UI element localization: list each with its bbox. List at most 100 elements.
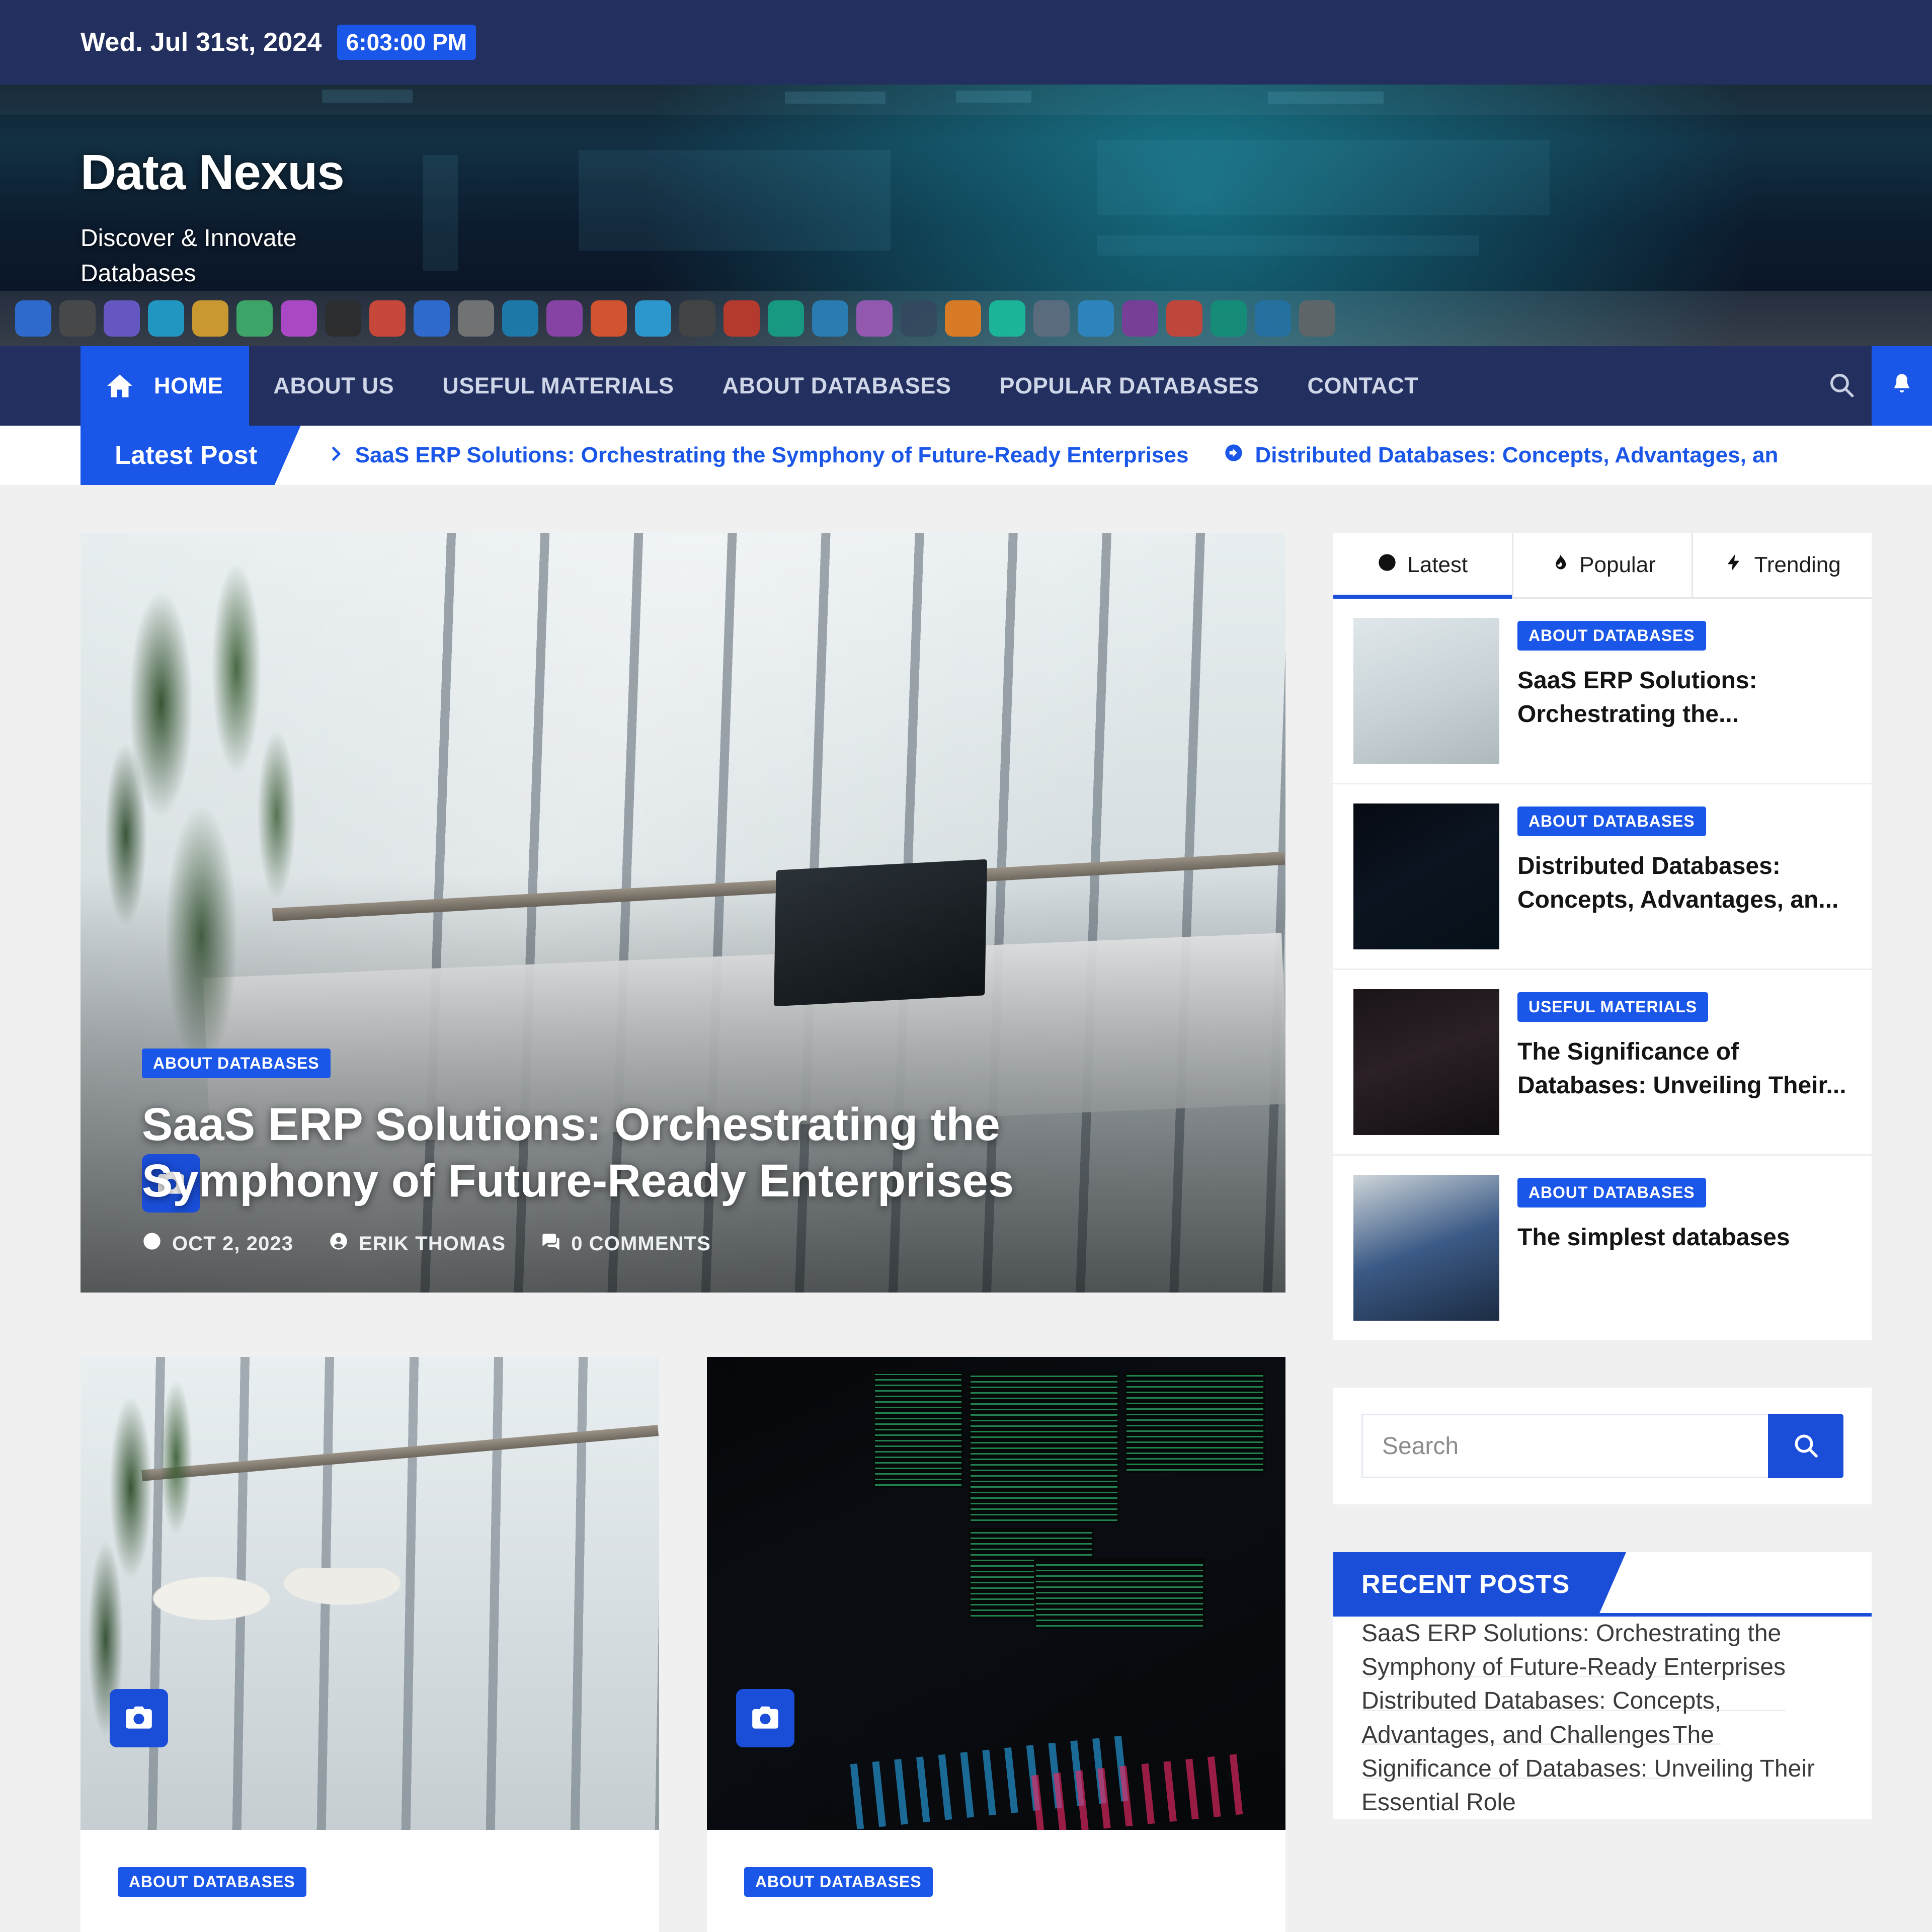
sidebar-post-meta: ABOUT DATABASES The simplest databases [1517,1175,1790,1254]
dock-icon [414,300,450,337]
sidebar-post-meta: ABOUT DATABASES SaaS ERP Solutions: Orch… [1517,618,1852,731]
featured-post-card[interactable]: ABOUT DATABASES SaaS ERP Solutions: Orch… [80,533,1285,1293]
dock-icon [236,300,273,337]
search-input[interactable] [1361,1414,1768,1478]
dock-icon [15,300,51,337]
sidebar-post-thumbnail [1353,803,1499,949]
nav-item-popular-databases[interactable]: POPULAR DATABASES [975,346,1283,426]
category-badge[interactable]: ABOUT DATABASES [1517,621,1706,651]
nav-item-home-label: HOME [154,373,223,398]
clock-icon [1377,552,1397,578]
camera-icon [736,1689,794,1747]
tab-latest[interactable]: Latest [1333,533,1513,599]
post-card-body: ABOUT DATABASES [80,1830,659,1932]
bell-icon [1889,372,1915,400]
sidebar-tabs: Latest Popular Trending [1333,533,1872,599]
post-card-photo [707,1357,1285,1830]
nav-item-contact[interactable]: CONTACT [1283,346,1443,426]
user-icon [329,1231,349,1256]
chevron-right-icon [327,443,344,468]
dock-icon [59,300,96,337]
search-submit-button[interactable] [1768,1414,1843,1478]
dock-icon [591,300,627,337]
ticker-item[interactable]: Distributed Databases: Concepts, Advanta… [1224,443,1778,468]
sidebar-posts-widget: Latest Popular Trending ABOUT DATABASES … [1333,533,1872,1340]
featured-post-title[interactable]: SaaS ERP Solutions: Orchestrating the Sy… [142,1096,1198,1209]
post-comments-text: 0 COMMENTS [571,1232,711,1255]
category-badge[interactable]: USEFUL MATERIALS [1517,992,1708,1022]
nav-item-useful-materials[interactable]: USEFUL MATERIALS [418,346,698,426]
image-decor-screen [1034,1558,1205,1629]
site-title[interactable]: Data Nexus [80,144,1932,201]
post-date-text: OCT 2, 2023 [172,1232,294,1255]
sidebar-post-item[interactable]: USEFUL MATERIALS The Significance of Dat… [1333,970,1872,1156]
dock-icon [325,300,361,337]
category-badge[interactable]: ABOUT DATABASES [118,1867,306,1897]
sidebar-post-title[interactable]: Distributed Databases: Concepts, Advanta… [1517,849,1852,917]
main-navigation: HOME ABOUT US USEFUL MATERIALS ABOUT DAT… [0,346,1932,426]
ticker-item-text: Distributed Databases: Concepts, Advanta… [1255,443,1779,467]
tab-trending[interactable]: Trending [1693,533,1872,597]
sidebar-post-meta: USEFUL MATERIALS The Significance of Dat… [1517,989,1852,1102]
post-card[interactable]: ABOUT DATABASES [707,1357,1285,1932]
current-time: 6:03:00 PM [337,25,476,60]
dock-icon [723,300,760,337]
nav-item-about-databases[interactable]: ABOUT DATABASES [698,346,976,426]
dock-icon [812,300,848,337]
nav-item-home[interactable]: HOME [80,346,250,426]
latest-post-ticker: Latest Post SaaS ERP Solutions: Orchestr… [0,426,1932,485]
dock-icon [502,300,538,337]
dock-icon [1078,300,1114,337]
sidebar-post-item[interactable]: ABOUT DATABASES Distributed Databases: C… [1333,784,1872,970]
dock-icon [901,300,937,337]
sidebar-post-title[interactable]: SaaS ERP Solutions: Orchestrating the... [1517,664,1852,731]
camera-icon [110,1689,168,1747]
nav-search-button[interactable] [1811,346,1872,426]
post-date: OCT 2, 2023 [142,1231,293,1256]
post-author[interactable]: ERIK THOMAS [329,1231,506,1256]
search-icon [1792,1431,1820,1461]
nav-notifications-button[interactable] [1872,346,1932,426]
site-tagline: Discover & Innovate Databases [80,225,297,287]
dock-icon [1211,300,1247,337]
tab-latest-label: Latest [1407,552,1468,577]
sidebar: Latest Popular Trending ABOUT DATABASES … [1333,533,1872,1932]
sidebar-post-item[interactable]: ABOUT DATABASES The simplest databases [1333,1156,1872,1340]
dock-icon [281,300,317,337]
post-card[interactable]: ABOUT DATABASES [80,1357,659,1932]
sidebar-post-title[interactable]: The Significance of Databases: Unveiling… [1517,1035,1852,1102]
clock-icon [142,1231,162,1256]
sidebar-post-thumbnail [1353,989,1499,1135]
dock-icon [679,300,715,337]
nav-item-about-us[interactable]: ABOUT US [249,346,418,426]
post-card-image [80,1357,659,1830]
dock-icon [856,300,893,337]
comments-icon [541,1231,561,1256]
tab-popular[interactable]: Popular [1513,533,1694,597]
post-card-photo [80,1357,659,1830]
recent-posts-widget: RECENT POSTS SaaS ERP Solutions: Orchest… [1333,1552,1872,1820]
sidebar-post-item[interactable]: ABOUT DATABASES SaaS ERP Solutions: Orch… [1333,599,1872,784]
dock-icon [989,300,1025,337]
ticker-item[interactable]: SaaS ERP Solutions: Orchestrating the Sy… [327,443,1188,468]
home-icon [105,371,135,401]
dock-icon [546,300,583,337]
current-date: Wed. Jul 31st, 2024 [80,28,322,57]
category-badge[interactable]: ABOUT DATABASES [1517,807,1706,836]
dock-icon [1255,300,1291,337]
image-decor-screen [873,1372,963,1488]
post-comments[interactable]: 0 COMMENTS [541,1231,711,1256]
recent-posts-list: SaaS ERP Solutions: Orchestrating the Sy… [1333,1591,1872,1819]
dock-icon [1299,300,1335,337]
fire-icon [1549,552,1569,578]
recent-posts-header: RECENT POSTS [1333,1552,1872,1617]
ticker-label: Latest Post [80,426,301,485]
image-decor-screen [1124,1372,1265,1473]
category-badge[interactable]: ABOUT DATABASES [1517,1178,1706,1208]
sidebar-post-title[interactable]: The simplest databases [1517,1221,1790,1254]
category-badge[interactable]: ABOUT DATABASES [142,1048,331,1078]
arrow-circle-right-icon [1224,443,1244,468]
category-badge[interactable]: ABOUT DATABASES [744,1867,933,1897]
dock-icon [635,300,671,337]
dock-icon [104,300,140,337]
